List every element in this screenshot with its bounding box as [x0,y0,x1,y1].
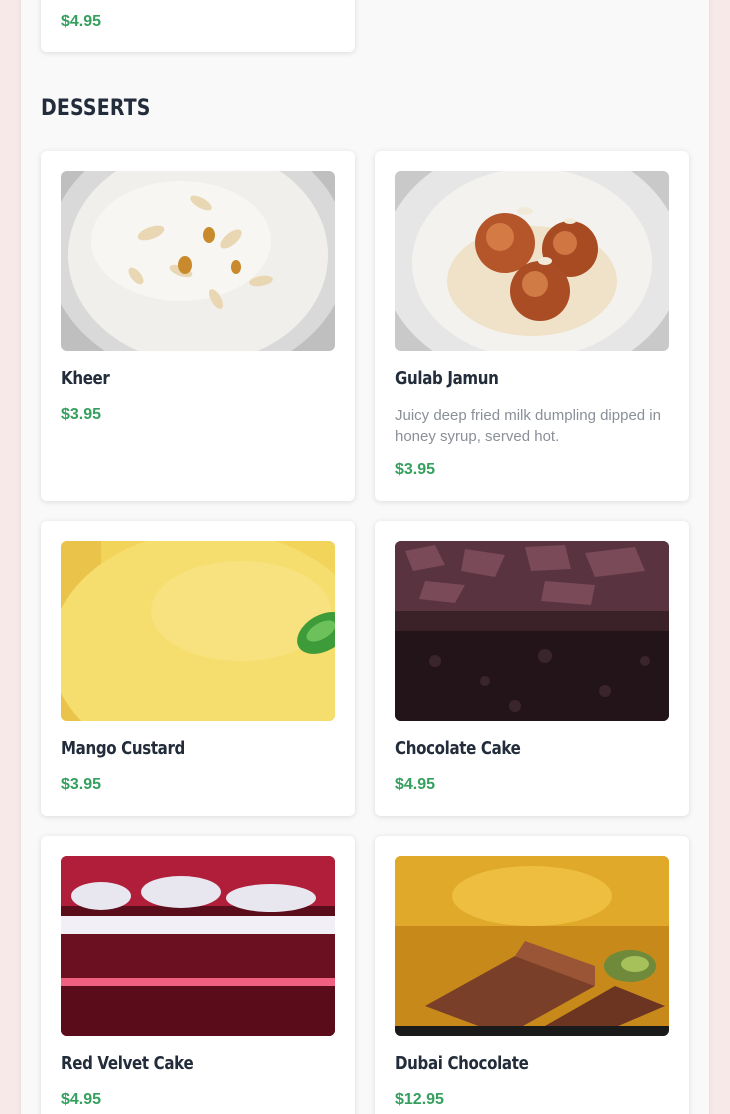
item-price: $3.95 [61,406,102,423]
section-title: DESSERTS [41,96,151,121]
item-price: $4.95 [61,13,102,30]
item-name: Mango Custard [61,739,186,759]
chocolate-cake-image [395,541,669,721]
item-price: $3.95 [395,461,436,478]
item-name: Kheer [61,369,110,389]
menu-item-card[interactable]: Kheer $3.95 [41,151,355,501]
item-name: Chocolate Cake [395,739,521,759]
menu-item-card[interactable]: Mango Custard $3.95 [41,521,355,816]
mango-custard-image [61,541,335,721]
gulab-jamun-image [395,171,669,351]
item-name: Gulab Jamun [395,369,499,389]
menu-item-card[interactable]: $4.95 [41,0,355,52]
menu-item-card[interactable]: Dubai Chocolate $12.95 [375,836,689,1114]
kheer-image [61,171,335,351]
item-name: Dubai Chocolate [395,1054,529,1074]
item-price: $12.95 [395,1091,444,1108]
red-velvet-cake-image [61,856,335,1036]
item-price: $4.95 [395,776,436,793]
item-price: $3.95 [61,776,102,793]
item-price: $4.95 [61,1091,102,1108]
item-name: Red Velvet Cake [61,1054,194,1074]
menu-item-card[interactable]: Chocolate Cake $4.95 [375,521,689,816]
dubai-chocolate-image [395,856,669,1036]
menu-item-card[interactable]: Red Velvet Cake $4.95 [41,836,355,1114]
item-description: Juicy deep fried milk dumpling dipped in… [395,407,661,445]
menu-item-card[interactable]: Gulab Jamun Juicy deep fried milk dumpli… [375,151,689,501]
